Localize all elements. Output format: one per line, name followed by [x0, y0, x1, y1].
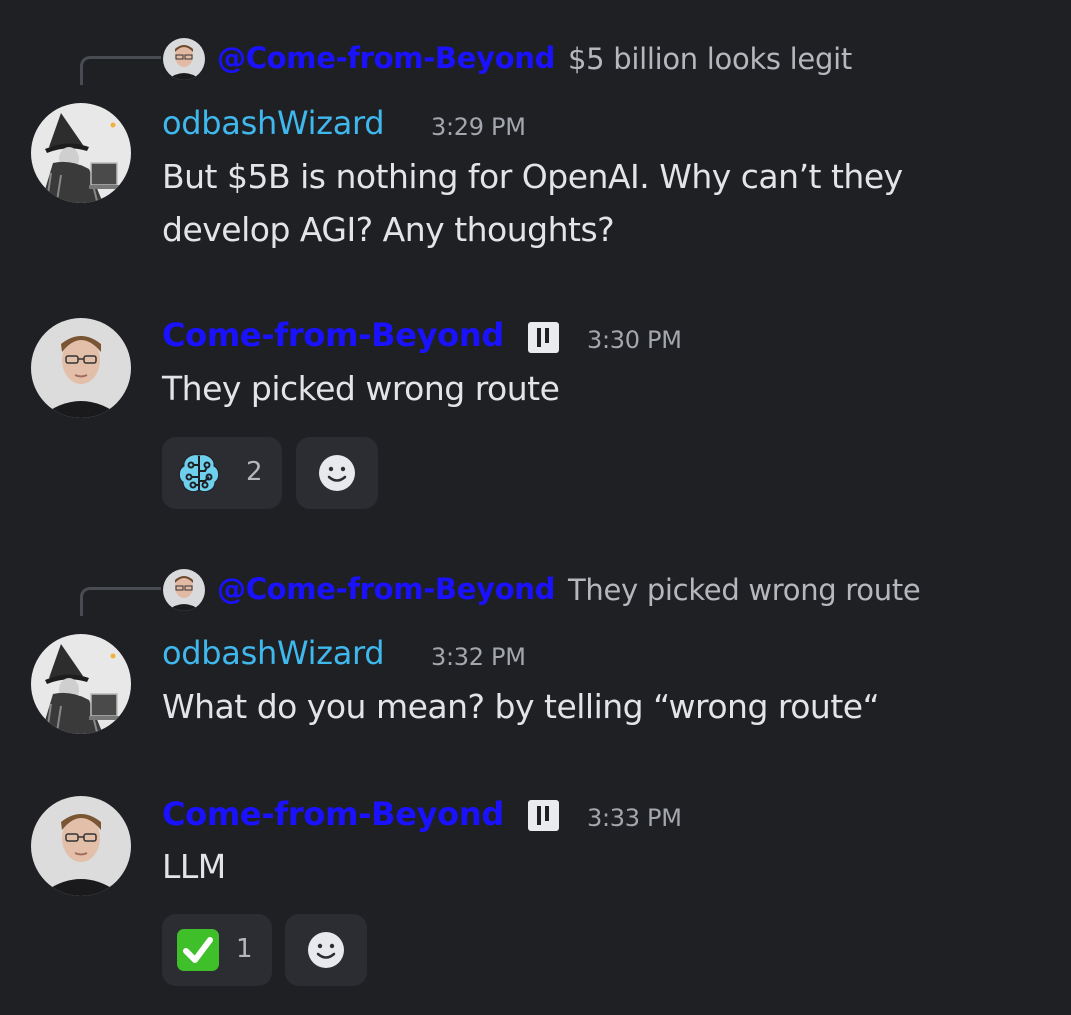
user-avatar[interactable] [31, 103, 131, 203]
person-avatar-icon [163, 569, 205, 611]
wizard-avatar-icon [31, 103, 131, 203]
reply-connector [80, 587, 161, 616]
username[interactable]: Come-from-Beyond [162, 795, 504, 833]
reply-avatar[interactable] [163, 38, 205, 80]
add-reaction-button[interactable] [296, 437, 378, 509]
timestamp: 3:33 PM [587, 804, 682, 832]
reaction-brain[interactable]: 2 [162, 437, 282, 509]
reply-connector [80, 56, 161, 85]
message-text-line-1: But $5B is nothing for OpenAI. Why can’t… [162, 157, 903, 196]
user-avatar[interactable] [31, 796, 131, 896]
reply-mention[interactable]: @Come-from-Beyond [217, 572, 555, 606]
message-text: What do you mean? by telling “wrong rout… [162, 687, 880, 726]
wizard-avatar-icon [31, 634, 131, 734]
username[interactable]: odbashWizard [162, 104, 385, 142]
check-mark-icon [177, 929, 219, 971]
smiley-icon [319, 455, 355, 491]
user-badge-icon[interactable] [528, 322, 559, 353]
username[interactable]: odbashWizard [162, 634, 385, 672]
person-avatar-icon [31, 318, 131, 418]
username[interactable]: Come-from-Beyond [162, 316, 504, 354]
message-text: LLM [162, 847, 226, 886]
add-reaction-button[interactable] [285, 914, 367, 986]
message-text: They picked wrong route [162, 369, 560, 408]
reaction-count: 1 [236, 934, 253, 964]
person-avatar-icon [31, 796, 131, 896]
reply-preview-text[interactable]: They picked wrong route [568, 573, 921, 607]
user-avatar[interactable] [31, 634, 131, 734]
timestamp: 3:32 PM [431, 643, 526, 671]
person-avatar-icon [163, 38, 205, 80]
reply-avatar[interactable] [163, 569, 205, 611]
brain-icon [178, 454, 220, 493]
user-badge-icon[interactable] [528, 800, 559, 831]
timestamp: 3:30 PM [587, 326, 682, 354]
smiley-icon [308, 932, 344, 968]
reaction-check-mark[interactable]: 1 [162, 914, 272, 986]
reply-preview-text[interactable]: $5 billion looks legit [568, 42, 852, 76]
reply-mention[interactable]: @Come-from-Beyond [217, 41, 555, 75]
reaction-count: 2 [246, 457, 263, 487]
timestamp: 3:29 PM [431, 113, 526, 141]
user-avatar[interactable] [31, 318, 131, 418]
message-text-line-2: develop AGI? Any thoughts? [162, 210, 615, 249]
